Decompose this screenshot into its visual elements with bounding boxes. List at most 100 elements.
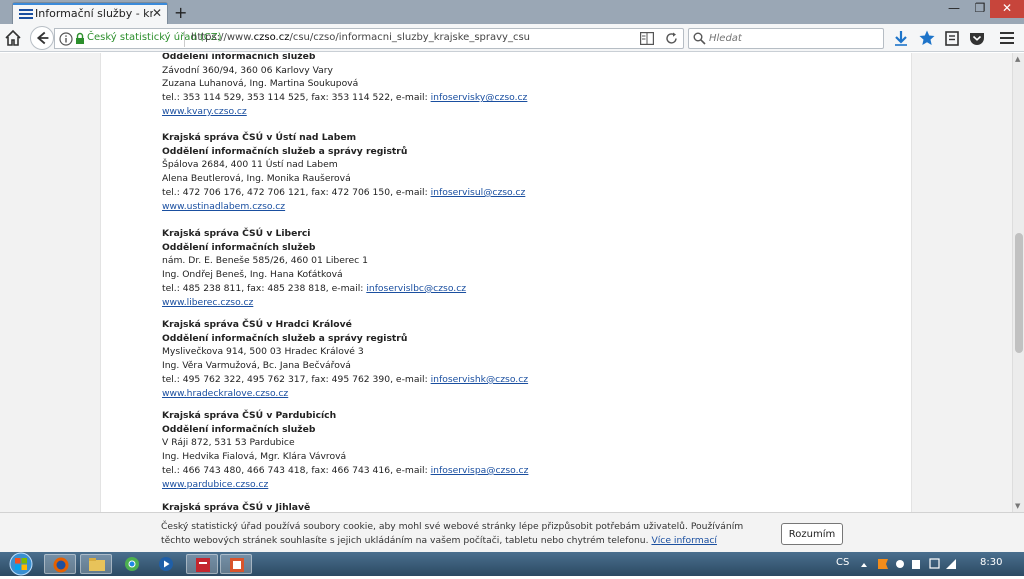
office-web-link[interactable]: www.hradeckralove.czso.cz [162,388,288,399]
office-entry-liberec: Krajská správa ČSÚ v Liberci Oddělení in… [162,227,862,309]
search-icon [693,32,706,45]
page-body: Oddělení informačních služeb Závodní 360… [100,53,912,512]
tray-flag-icon [878,559,888,569]
system-tray-icons[interactable] [858,557,958,571]
site-favicon-icon [19,9,33,19]
chrome-icon [125,557,139,571]
search-input[interactable] [707,30,877,47]
address-bar[interactable]: Český statistický úřad (CZ) https://www.… [54,28,684,49]
taskbar-media-player[interactable] [150,554,182,574]
office-contacts: Ing. Hedvika Fialová, Mgr. Klára Vávrová [162,451,347,463]
taskbar-chrome[interactable] [116,554,148,574]
office-web-link[interactable]: www.pardubice.czso.cz [162,479,268,490]
office-web-line: www.pardubice.czso.cz [162,478,862,492]
office-web-line: www.ustinadlabem.czso.cz [162,200,862,214]
office-phone: tel.: 466 743 480, 466 743 418, fax: 466… [162,464,431,476]
hamburger-menu-icon[interactable] [998,29,1016,47]
cookie-message: Český statistický úřad používá soubory c… [161,520,761,548]
office-address: Špálova 2684, 400 11 Ústí nad Labem [162,159,338,171]
office-department: Oddělení informačních služeb a správy re… [162,145,408,157]
reload-icon[interactable] [665,32,678,45]
office-web-link[interactable]: www.kvary.czso.cz [162,106,247,117]
office-email-link[interactable]: infoservishk@czso.cz [431,374,528,385]
office-name: Krajská správa ČSÚ v Hradci Králové [162,319,352,330]
tray-battery-icon [912,560,920,569]
scroll-up-arrow-icon[interactable]: ▲ [1015,55,1020,63]
office-name: Krajská správa ČSÚ v Pardubicích [162,410,337,421]
tab-active[interactable]: Informační služby - krajské... ✕ [12,2,168,24]
office-contacts: Ing. Věra Varmužová, Bc. Jana Bečvářová [162,360,351,372]
office-address: Závodní 360/94, 360 06 Karlovy Vary [162,64,333,76]
office-phone: tel.: 485 238 811, fax: 485 238 818, e-m… [162,282,367,294]
scrollbar-thumb[interactable] [1015,233,1023,353]
office-email-link[interactable]: infoservispa@czso.cz [431,465,529,476]
page-scrollbar[interactable]: ▲ ▼ [1012,53,1024,512]
office-web-line: www.hradeckralove.czso.cz [162,387,862,401]
office-contacts: Alena Beutlerová, Ing. Monika Raušerová [162,173,351,185]
windows-taskbar: CS 8:30 [0,552,1024,576]
office-phone-line: tel.: 466 743 480, 466 743 418, fax: 466… [162,464,862,478]
tray-expand-icon [861,563,867,567]
info-icon[interactable] [59,32,73,46]
url-path: /csu/czso/informacni_sluzby_krajske_spra… [289,32,531,43]
tab-close-icon[interactable]: ✕ [152,6,162,20]
office-address: nám. Dr. E. Beneše 585/26, 460 01 Libere… [162,255,368,267]
office-address: V Ráji 872, 531 53 Pardubice [162,437,295,449]
office-phone-line: tel.: 485 238 811, fax: 485 238 818, e-m… [162,282,862,296]
taskbar-explorer[interactable] [80,554,112,574]
office-web-link[interactable]: www.ustinadlabem.czso.cz [162,201,285,212]
cookie-more-info-link[interactable]: Více informací [651,535,717,546]
office-phone-line: tel.: 495 762 322, 495 762 317, fax: 495… [162,373,862,387]
office-web-line: www.liberec.czso.cz [162,296,862,310]
reader-view-icon[interactable] [640,32,654,45]
url-domain: czso.cz [253,32,290,43]
back-button[interactable] [30,26,54,50]
lock-icon[interactable] [75,32,85,45]
office-department: Oddělení informačních služeb [162,53,316,62]
tray-language[interactable]: CS [836,557,849,568]
tab-bar: Informační služby - krajské... ✕ + — ❐ ✕ [0,0,1024,24]
office-email-link[interactable]: infoservisul@czso.cz [431,187,526,198]
office-department: Oddělení informačních služeb [162,423,316,435]
tray-clock[interactable]: 8:30 [980,557,1002,568]
office-name: Krajská správa ČSÚ v Liberci [162,228,311,239]
scroll-down-arrow-icon[interactable]: ▼ [1015,502,1020,510]
search-bar[interactable] [688,28,884,49]
tray-monitor-icon [929,558,940,569]
download-icon[interactable] [892,29,910,47]
taskbar-firefox[interactable] [44,554,76,574]
url-separator [184,31,185,47]
office-entry-usti: Krajská správa ČSÚ v Ústí nad Labem Oddě… [162,131,862,213]
taskbar-app-red[interactable] [186,554,218,574]
tab-title: Informační služby - krajské... [35,7,153,20]
navigation-bar: Český statistický úřad (CZ) https://www.… [0,24,1024,52]
arrow-left-icon [36,31,49,45]
office-entry-jihlava: Krajská správa ČSÚ v Jihlavě [162,501,862,512]
home-icon[interactable] [4,29,22,47]
tray-network-icon [896,560,904,568]
cookie-banner: Český statistický úřad používá soubory c… [0,512,1024,552]
office-phone: tel.: 472 706 176, 472 706 121, fax: 472… [162,186,431,198]
office-web-line: www.kvary.czso.cz [162,105,862,119]
taskbar-app-orange[interactable] [220,554,252,574]
office-email-link[interactable]: infoservislbc@czso.cz [366,283,466,294]
office-entry-karlovy-vary: Oddělení informačních služeb Závodní 360… [162,53,862,119]
cookie-accept-button[interactable]: Rozumím [781,523,843,545]
pocket-icon[interactable] [968,29,986,47]
office-name: Krajská správa ČSÚ v Ústí nad Labem [162,132,357,143]
firefox-icon [53,557,69,573]
window-minimize-button[interactable]: — [940,0,968,18]
office-contacts: Zuzana Luhanová, Ing. Martina Soukupová [162,78,359,90]
windows-start-icon[interactable] [4,552,38,576]
office-web-link[interactable]: www.liberec.czso.cz [162,297,253,308]
window-close-button[interactable]: ✕ [990,0,1024,18]
office-phone-line: tel.: 353 114 529, 353 114 525, fax: 353… [162,91,862,105]
office-address: Myslivečkova 914, 500 03 Hradec Králové … [162,346,364,358]
url-text[interactable]: https://www.czso.cz/csu/czso/informacni_… [191,32,530,43]
office-department: Oddělení informačních služeb [162,241,316,253]
new-tab-button[interactable]: + [174,3,187,22]
bookmark-star-icon[interactable] [918,29,936,47]
office-entry-hradec-kralove: Krajská správa ČSÚ v Hradci Králové Oddě… [162,318,862,400]
library-icon[interactable] [943,29,961,47]
office-email-link[interactable]: infoservisky@czso.cz [431,92,528,103]
